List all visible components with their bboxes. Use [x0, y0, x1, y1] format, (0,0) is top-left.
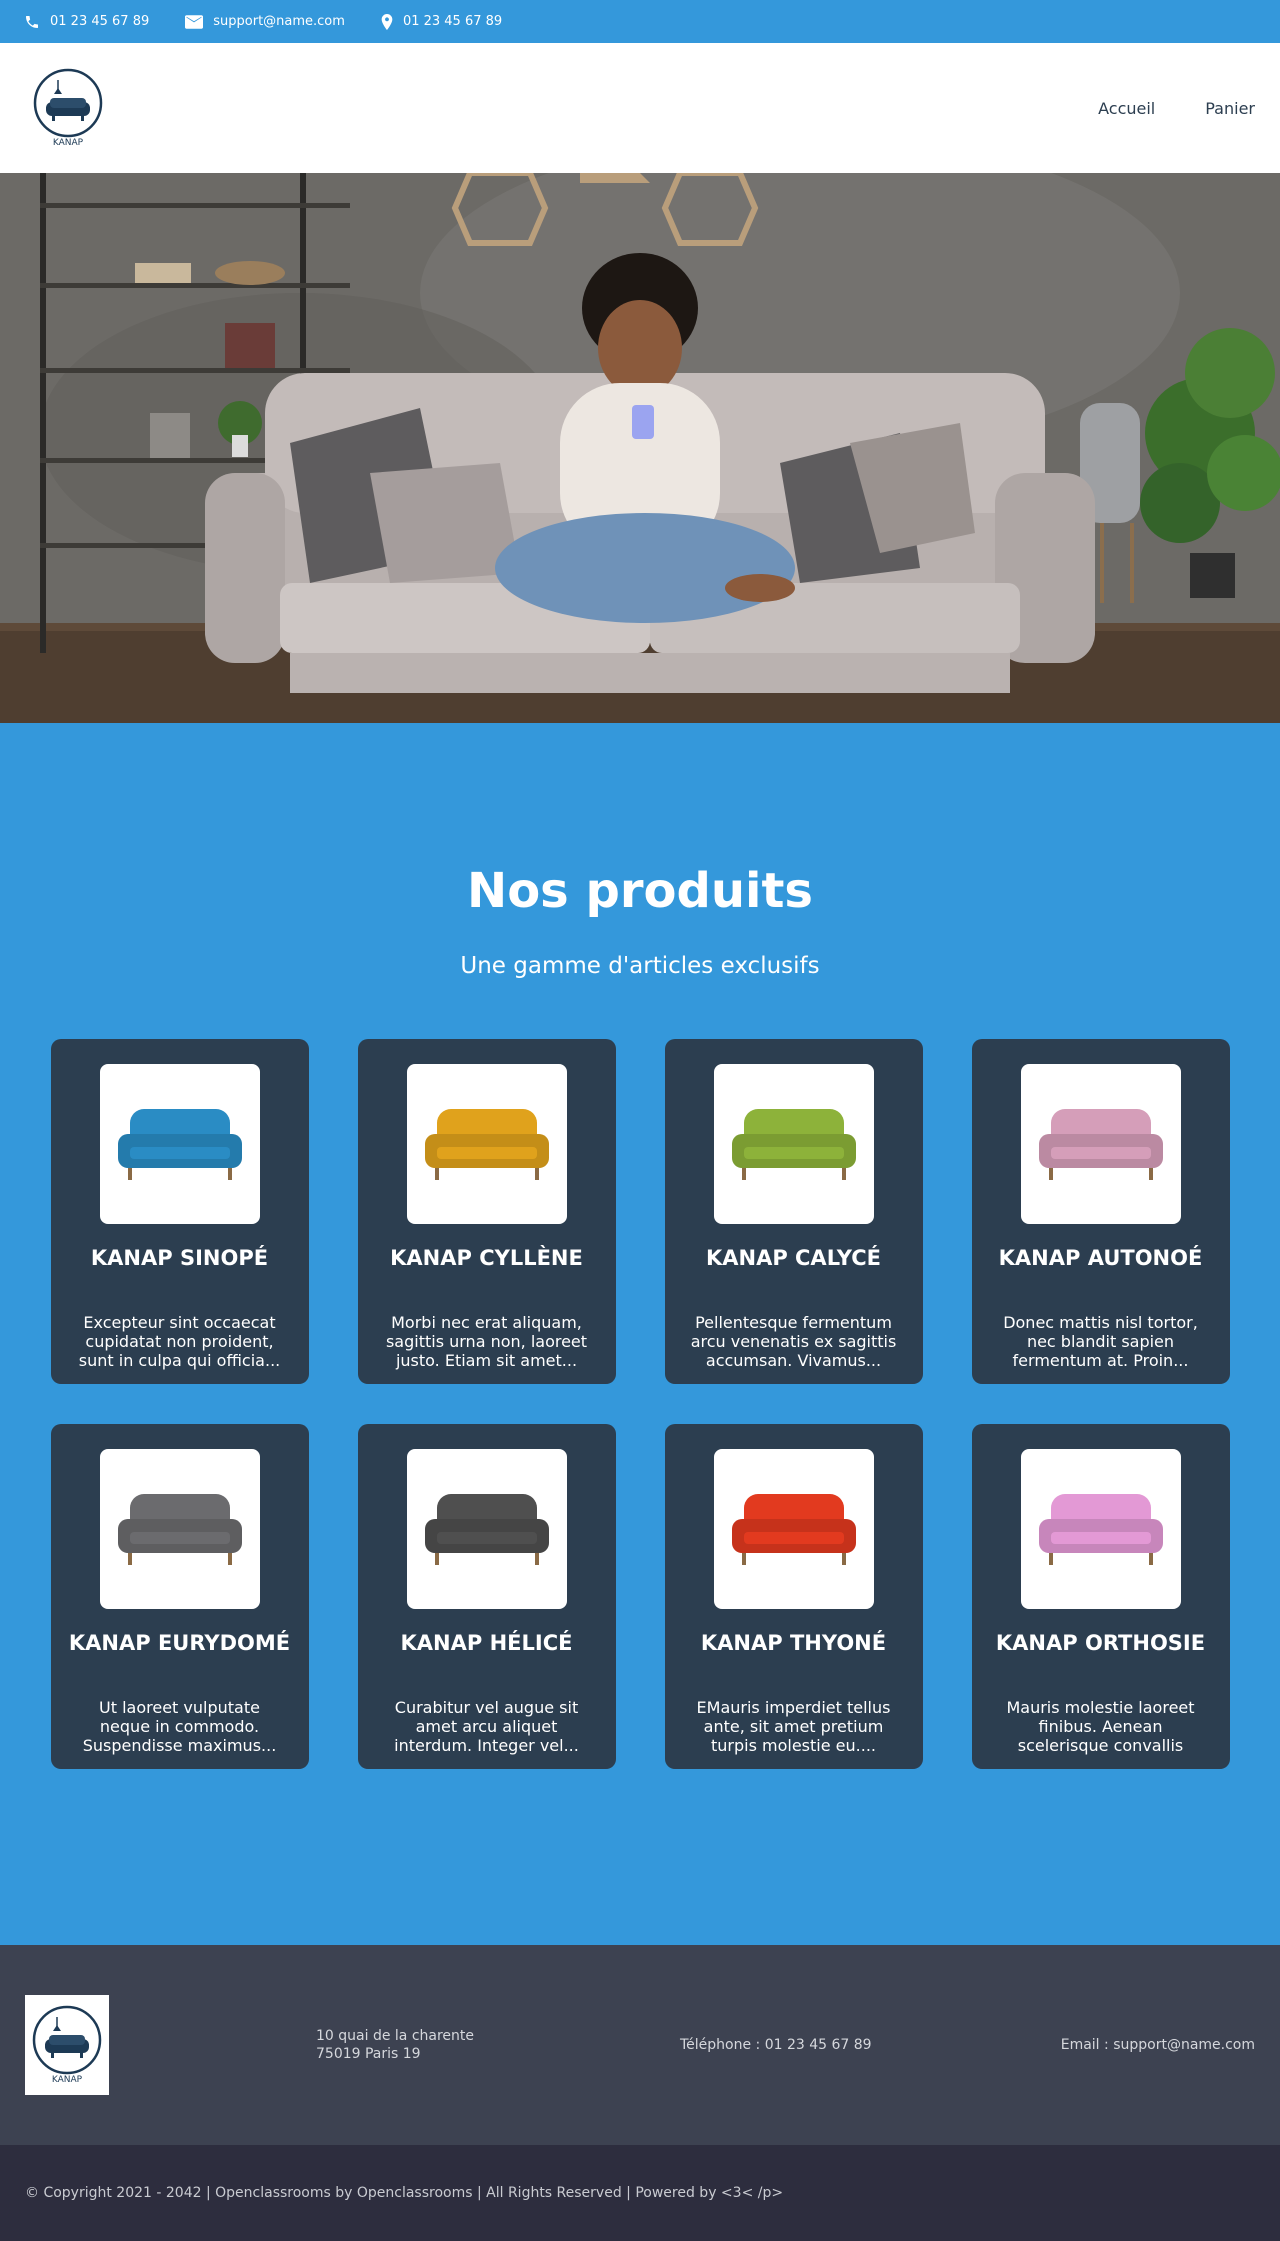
sofa-product-icon [424, 1494, 549, 1565]
site-footer: KANAP 10 quai de la charente 75019 Paris… [0, 1945, 1280, 2241]
product-description: Curabitur vel augue sit amet arcu alique… [394, 1698, 579, 1755]
footer-logo[interactable]: KANAP [25, 1995, 109, 2095]
footer-address-line1: 10 quai de la charente [316, 2028, 474, 2044]
topbar-phone[interactable]: 01 23 45 67 89 [24, 14, 149, 30]
hero-illustration [0, 173, 1280, 723]
sofa-logo-icon [32, 2005, 102, 2075]
topbar-location-text: 01 23 45 67 89 [402, 14, 503, 29]
product-image[interactable] [713, 1449, 874, 1609]
site-header: KANAP Accueil Panier [0, 43, 1280, 173]
topbar-email[interactable]: support@name.com [185, 14, 345, 29]
footer-address: 10 quai de la charente 75019 Paris 19 [316, 2027, 474, 2063]
product-name: KANAP THYONÉ [700, 1631, 887, 1655]
sofa-logo-icon [33, 68, 103, 138]
main-nav: Accueil Panier [1048, 99, 1255, 118]
product-card[interactable]: KANAP SINOPÉ Excepteur sint occaecat cupi… [50, 1039, 309, 1384]
product-name: KANAP AUTONOÉ [998, 1246, 1203, 1270]
product-card[interactable]: KANAP HÉLICÉ Curabitur vel augue sit amet… [357, 1424, 616, 1769]
sofa-product-icon [117, 1109, 242, 1180]
product-image[interactable] [406, 1449, 567, 1609]
product-image[interactable] [406, 1064, 567, 1224]
product-name: KANAP HÉLICÉ [400, 1631, 573, 1655]
product-description: Mauris molestie laoreet finibus. Aenean … [1006, 1698, 1195, 1755]
footer-email: Email : support@name.com [1060, 2037, 1255, 2053]
product-description: EMauris imperdiet tellus ante, sit amet … [696, 1698, 891, 1755]
footer-main: KANAP 10 quai de la charente 75019 Paris… [0, 1945, 1280, 2145]
footer-copyright: © Copyright 2021 - 2042 | Openclassrooms… [0, 2145, 1280, 2241]
product-description: Pellentesque fermentum arcu venenatis ex… [690, 1313, 897, 1370]
product-image[interactable] [1020, 1449, 1181, 1609]
kanap-logo[interactable]: KANAP [33, 68, 103, 148]
product-image[interactable] [713, 1064, 874, 1224]
product-card[interactable]: KANAP CYLLÈNE Morbi nec erat aliquam, sag… [357, 1039, 616, 1384]
product-description: Morbi nec erat aliquam, sagittis urna no… [385, 1313, 588, 1370]
products-title: Nos produits [467, 863, 813, 919]
footer-telephone: Téléphone : 01 23 45 67 89 [680, 2037, 872, 2053]
product-name: KANAP ORTHOSIE [995, 1631, 1206, 1655]
topbar-email-text: support@name.com [213, 14, 345, 29]
logo-text: KANAP [52, 138, 84, 148]
product-name: KANAP EURYDOMÉ [68, 1631, 291, 1655]
sofa-product-icon [117, 1494, 242, 1565]
products-grid: KANAP SINOPÉ Excepteur sint occaecat cupi… [0, 1039, 1280, 1769]
envelope-icon [185, 14, 204, 29]
topbar-location[interactable]: 01 23 45 67 89 [381, 13, 503, 30]
footer-address-line2: 75019 Paris 19 [316, 2046, 421, 2062]
products-section: Nos produits Une gamme d'articles exclus… [0, 723, 1280, 1945]
product-card[interactable]: KANAP THYONÉ EMauris imperdiet tellus ant… [664, 1424, 923, 1769]
product-description: Excepteur sint occaecat cupidatat non pr… [78, 1313, 281, 1370]
products-subtitle: Une gamme d'articles exclusifs [460, 953, 820, 979]
topbar-phone-text: 01 23 45 67 89 [50, 14, 150, 29]
product-card[interactable]: KANAP CALYCÉ Pellentesque fermentum arcu … [664, 1039, 923, 1384]
product-card[interactable]: KANAP ORTHOSIE Mauris molestie laoreet fi… [971, 1424, 1230, 1769]
product-name: KANAP CYLLÈNE [390, 1246, 583, 1270]
top-contact-bar: 01 23 45 67 89 support@name.com 01 23 45… [0, 0, 1280, 43]
nav-accueil[interactable]: Accueil [1098, 99, 1155, 118]
product-card[interactable]: KANAP EURYDOMÉ Ut laoreet vulputate neque… [50, 1424, 309, 1769]
product-description: Donec mattis nisl tortor, nec blandit sa… [1003, 1313, 1198, 1370]
sofa-product-icon [424, 1109, 549, 1180]
footer-logo-text: KANAP [51, 2075, 83, 2085]
nav-panier[interactable]: Panier [1205, 99, 1255, 118]
hero-banner-image [0, 173, 1280, 723]
phone-icon [26, 15, 38, 28]
product-name: KANAP CALYCÉ [705, 1246, 882, 1270]
sofa-product-icon [1038, 1109, 1163, 1180]
product-image[interactable] [99, 1064, 260, 1224]
product-name: KANAP SINOPÉ [90, 1246, 269, 1270]
sofa-product-icon [731, 1109, 856, 1180]
product-image[interactable] [99, 1449, 260, 1609]
sofa-product-icon [1038, 1494, 1163, 1565]
map-pin-icon [381, 13, 393, 30]
sofa-product-icon [731, 1494, 856, 1565]
product-description: Ut laoreet vulputate neque in commodo. S… [82, 1698, 277, 1755]
product-card[interactable]: KANAP AUTONOÉ Donec mattis nisl tortor, n… [971, 1039, 1230, 1384]
product-image[interactable] [1020, 1064, 1181, 1224]
